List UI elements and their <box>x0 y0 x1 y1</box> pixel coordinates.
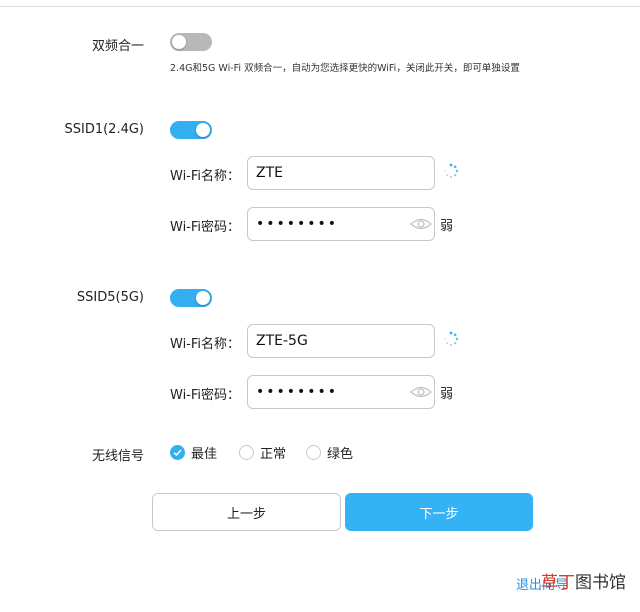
toggle-knob <box>196 123 210 137</box>
ssid5-label: SSID5(5G) <box>76 290 144 305</box>
ssid1-name-label: Wi-Fi名称： <box>170 169 241 184</box>
watermark-dark-text: 图书馆 <box>575 573 626 593</box>
ssid5-name-input[interactable]: ZTE-5G <box>247 324 435 358</box>
ssid1-name-input[interactable]: ZTE <box>247 156 435 190</box>
watermark: 草丁图书馆 <box>541 568 626 593</box>
toggle-knob <box>196 291 210 305</box>
ssid5-password-label: Wi-Fi密码： <box>170 388 241 403</box>
dual-band-toggle[interactable] <box>170 33 212 51</box>
ssid5-name-label: Wi-Fi名称： <box>170 337 241 352</box>
dual-band-hint: 2.4G和5G Wi-Fi 双频合一，自动为您选择更快的WiFi，关闭此开关，即… <box>170 63 520 74</box>
ssid1-label: SSID1(2.4G) <box>64 122 144 137</box>
ssid5-password-input[interactable]: •••••••• <box>247 375 435 409</box>
watermark-red-text: 草丁 <box>541 573 575 593</box>
signal-option-normal[interactable]: 正常 <box>239 443 286 462</box>
show-password-eye-icon[interactable] <box>410 385 432 399</box>
previous-step-button[interactable]: 上一步 <box>152 493 341 531</box>
ssid1-toggle[interactable] <box>170 121 212 139</box>
signal-label: 无线信号 <box>91 449 144 464</box>
loading-spinner-icon <box>444 163 459 178</box>
ssid5-toggle[interactable] <box>170 289 212 307</box>
ssid1-password-input[interactable]: •••••••• <box>247 207 435 241</box>
signal-radio-group: 最佳 正常 绿色 <box>170 443 353 462</box>
radio-unchecked-icon <box>239 445 255 460</box>
radio-unchecked-icon <box>306 445 322 460</box>
ssid5-password-strength: 弱 <box>440 387 454 402</box>
radio-label: 最佳 <box>191 447 218 462</box>
dual-band-label: 双频合一 <box>91 39 144 54</box>
radio-label: 正常 <box>260 447 287 462</box>
loading-spinner-icon <box>444 331 459 346</box>
radio-label: 绿色 <box>327 447 354 462</box>
next-step-button[interactable]: 下一步 <box>345 493 533 531</box>
ssid1-password-strength: 弱 <box>440 219 454 234</box>
signal-option-best[interactable]: 最佳 <box>170 443 217 462</box>
show-password-eye-icon[interactable] <box>410 217 432 231</box>
top-divider <box>0 6 640 7</box>
toggle-knob <box>172 35 186 49</box>
signal-option-green[interactable]: 绿色 <box>306 443 353 462</box>
ssid1-password-label: Wi-Fi密码： <box>170 220 241 235</box>
radio-checked-icon <box>170 445 185 460</box>
